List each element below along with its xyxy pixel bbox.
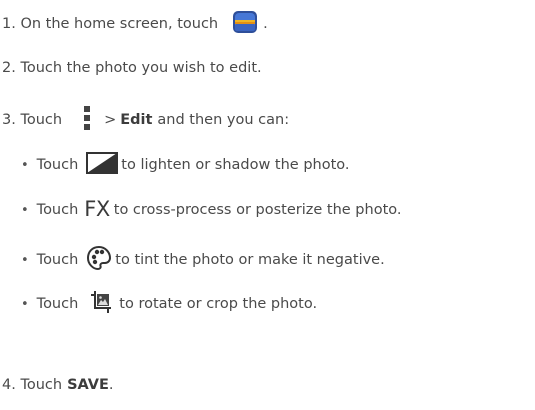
bullet-4-prefix: Touch bbox=[36, 296, 79, 312]
bullet-3-suffix: to tint the photo or make it negative. bbox=[115, 252, 385, 268]
bullet-1-prefix: Touch bbox=[36, 157, 79, 173]
bullet-dot: • bbox=[21, 202, 29, 218]
step-3: 3. Touch > Edit and then you can: bbox=[2, 106, 289, 134]
step-3-text: 3. Touch bbox=[2, 112, 63, 128]
step-3-edit: Edit bbox=[120, 112, 153, 128]
bullet-2: • Touch FX to cross-process or posterize… bbox=[21, 197, 402, 222]
menu-vertical-icon bbox=[84, 106, 91, 134]
exposure-icon bbox=[86, 152, 119, 178]
crop-rotate-icon bbox=[90, 290, 112, 318]
color-palette-icon bbox=[86, 245, 112, 275]
step-1-suffix: . bbox=[263, 16, 268, 32]
step-4: 4. Touch SAVE . bbox=[2, 377, 113, 393]
step-2: 2. Touch the photo you wish to edit. bbox=[2, 60, 262, 76]
step-1-text: 1. On the home screen, touch bbox=[2, 16, 219, 32]
fx-icon: FX bbox=[84, 197, 110, 221]
bullet-1-suffix: to lighten or shadow the photo. bbox=[121, 157, 350, 173]
step-2-text: 2. Touch the photo you wish to edit. bbox=[2, 60, 262, 76]
bullet-2-prefix: Touch bbox=[36, 202, 79, 218]
step-1: 1. On the home screen, touch . bbox=[2, 10, 268, 38]
bullet-3: • Touch to tint the photo or make it neg… bbox=[21, 245, 385, 275]
bullet-1: • Touch to lighten or shadow the photo. bbox=[21, 152, 350, 178]
bullet-3-prefix: Touch bbox=[36, 252, 79, 268]
bullet-4: • Touch to rotate or crop the photo. bbox=[21, 290, 317, 318]
step-4-save: SAVE bbox=[67, 377, 109, 393]
bullet-dot: • bbox=[21, 252, 29, 268]
step-4-text: 4. Touch bbox=[2, 377, 63, 393]
bullet-4-suffix: to rotate or crop the photo. bbox=[119, 296, 318, 312]
bullet-2-suffix: to cross-process or posterize the photo. bbox=[113, 202, 402, 218]
bullet-dot: • bbox=[21, 296, 29, 312]
step-4-suffix: . bbox=[108, 377, 114, 393]
step-3-arrow: > bbox=[104, 112, 117, 128]
step-3-suffix: and then you can: bbox=[157, 112, 290, 128]
bullet-dot: • bbox=[21, 157, 29, 173]
gallery-icon bbox=[232, 10, 258, 38]
